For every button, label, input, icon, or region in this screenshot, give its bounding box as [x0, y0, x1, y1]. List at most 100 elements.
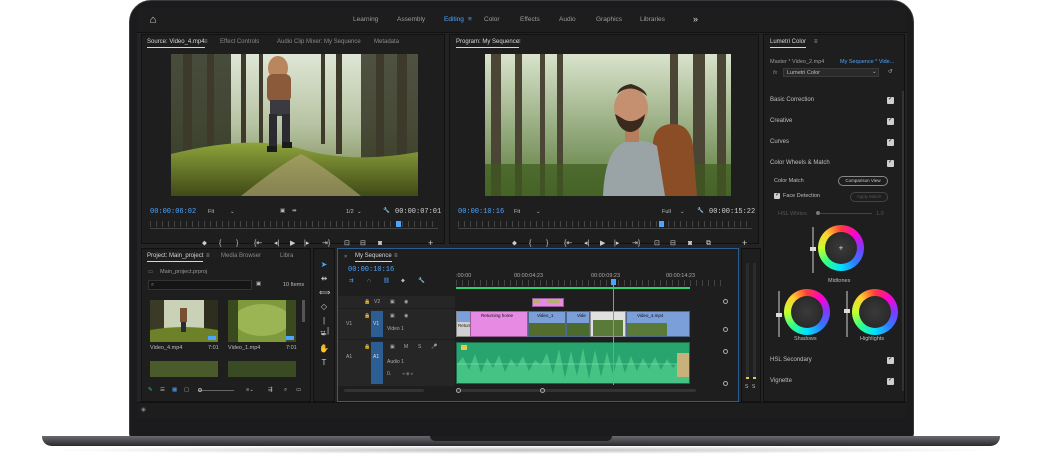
clip-v1-returning-home[interactable]: Returning home — [470, 311, 528, 337]
program-add-marker-icon[interactable]: ⬥ — [512, 240, 517, 248]
snap-icon[interactable]: ∩ — [367, 278, 371, 284]
clip-v1-video-4[interactable]: Video_4.mp4 — [626, 311, 690, 337]
find-icon[interactable]: ⌕ — [284, 387, 287, 394]
midtones-slider[interactable] — [810, 227, 816, 273]
source-scrollbar[interactable] — [150, 228, 438, 229]
track-volume[interactable]: 0. — [387, 371, 391, 377]
v1-target-toggle[interactable]: V1 — [371, 311, 383, 337]
go-to-in-icon[interactable]: {⇤ — [254, 240, 262, 248]
pen-tool-icon[interactable]: ✒ — [319, 330, 329, 340]
midtones-wheel[interactable]: + — [818, 225, 864, 271]
sort-icon[interactable]: ≡⌄ — [246, 387, 254, 393]
vertical-zoom-handle[interactable] — [723, 381, 728, 386]
lumetri-menu-icon[interactable]: ≡ — [814, 39, 818, 45]
source-settings-wrench-icon[interactable]: 🔧 — [383, 208, 390, 214]
program-mark-in-icon[interactable]: { — [529, 240, 531, 248]
timeline-ruler[interactable] — [456, 280, 722, 286]
section-color-wheels[interactable]: Color Wheels & Match — [770, 158, 894, 170]
tab-effect-controls[interactable]: Effect Controls — [220, 39, 259, 45]
home-icon[interactable]: ⌂ — [147, 14, 159, 26]
clip-v2-title[interactable] — [532, 298, 564, 307]
program-settings-wrench-icon[interactable]: 🔧 — [697, 208, 704, 214]
tab-project[interactable]: Project: Main_project — [147, 253, 204, 262]
more-workspaces-icon[interactable]: » — [693, 14, 698, 24]
vertical-zoom-handle[interactable] — [723, 327, 728, 332]
v1-source-patch[interactable]: V1 — [346, 321, 352, 327]
eye-icon[interactable]: ◉ — [404, 299, 408, 305]
curves-checkbox[interactable] — [887, 137, 894, 146]
vertical-zoom-handle[interactable] — [723, 349, 728, 354]
tab-media-browser[interactable]: Media Browser — [221, 253, 261, 259]
program-time-ruler[interactable] — [458, 221, 752, 227]
source-resolution-chevron-icon[interactable]: ⌄ — [357, 209, 362, 215]
vignette-checkbox[interactable] — [887, 376, 894, 385]
slip-tool-icon[interactable]: |↔| — [319, 316, 329, 335]
thumb-size-slider[interactable] — [198, 390, 234, 391]
source-fit-chevron-icon[interactable]: ⌄ — [230, 209, 235, 215]
timeline-playhead-line[interactable] — [613, 285, 614, 385]
lock-icon[interactable]: 🔒 — [364, 344, 370, 350]
program-step-back-icon[interactable]: ◂| — [584, 240, 589, 248]
add-button-icon[interactable]: + — [428, 239, 433, 248]
section-basic-correction[interactable]: Basic Correction — [770, 95, 894, 107]
go-to-out-icon[interactable]: ⇥} — [322, 240, 330, 248]
scroll-handle-right[interactable] — [540, 388, 545, 393]
razor-tool-icon[interactable]: ◇ — [319, 302, 329, 312]
program-fit-select[interactable]: Fit — [514, 209, 520, 215]
face-detection-checkbox[interactable] — [774, 191, 780, 199]
highlights-wheel[interactable] — [852, 289, 898, 335]
thumb-row-2b[interactable] — [228, 361, 296, 377]
play-icon[interactable]: ▶ — [290, 240, 295, 248]
track-select-tool-icon[interactable]: ⇻ — [319, 274, 329, 284]
icon-view-icon[interactable]: ▦ — [172, 387, 177, 393]
clip-v1-video-b[interactable]: Vide — [566, 311, 590, 337]
thumb-size-knob[interactable] — [198, 388, 202, 392]
automate-icon[interactable]: ⇶ — [268, 387, 273, 393]
program-menu-icon[interactable]: ≡ — [517, 39, 521, 45]
reset-effect-icon[interactable]: ↺ — [888, 69, 893, 75]
step-back-icon[interactable]: ◂| — [274, 240, 279, 248]
sync-lock-icon[interactable]: ▣ — [390, 313, 395, 319]
step-forward-icon[interactable]: |▸ — [304, 240, 309, 248]
lumetri-master-clip[interactable]: Master * Video_2.mp4 — [770, 59, 824, 65]
solo-left-button[interactable]: S — [745, 384, 748, 390]
tab-lumetri[interactable]: Lumetri Color — [770, 39, 807, 48]
program-play-icon[interactable]: ▶ — [600, 240, 605, 248]
insert-overlay-icon[interactable]: ⇹ — [292, 208, 297, 214]
program-camera-icon[interactable]: ◙ — [688, 240, 692, 248]
program-mark-out-icon[interactable]: } — [546, 240, 548, 248]
mute-button[interactable]: M — [404, 344, 408, 350]
section-hsl-secondary[interactable]: HSL Secondary — [770, 355, 894, 367]
type-tool-icon[interactable]: T — [319, 358, 329, 368]
workspace-menu-icon[interactable]: ≡ — [468, 16, 472, 23]
solo-right-button[interactable]: S — [752, 384, 755, 390]
close-sequence-icon[interactable]: × — [344, 254, 347, 260]
camera-icon[interactable]: ◙ — [378, 240, 382, 248]
source-playhead[interactable] — [395, 221, 401, 227]
workspace-graphics[interactable]: Graphics — [596, 16, 622, 23]
basic-correction-checkbox[interactable] — [887, 95, 894, 104]
color-wheels-checkbox[interactable] — [887, 158, 894, 167]
timeline-menu-icon[interactable]: ≡ — [394, 253, 398, 259]
hsl-secondary-checkbox[interactable] — [887, 355, 894, 364]
program-current-timecode[interactable]: 00:00:10:16 — [458, 208, 504, 216]
shadows-slider[interactable] — [776, 291, 782, 337]
timeline-marker-icon[interactable]: ⬥ — [401, 278, 405, 285]
workspace-color[interactable]: Color — [484, 16, 500, 23]
hand-tool-icon[interactable]: ✋ — [319, 344, 329, 354]
mark-in-icon[interactable]: { — [219, 240, 221, 248]
program-go-to-out-icon[interactable]: ⇥} — [632, 240, 640, 248]
highlights-slider[interactable] — [844, 291, 850, 337]
program-add-button-icon[interactable]: + — [742, 239, 747, 248]
effect-select[interactable]: Lumetri Color ⌄ — [783, 68, 879, 77]
apply-match-button[interactable]: Apply Match — [850, 192, 888, 202]
workspace-assembly[interactable]: Assembly — [397, 16, 425, 23]
program-step-forward-icon[interactable]: |▸ — [614, 240, 619, 248]
section-curves[interactable]: Curves — [770, 137, 894, 149]
ripple-edit-tool-icon[interactable]: ⟺ — [319, 288, 330, 298]
export-frame-icon[interactable]: ▣ — [280, 208, 285, 214]
overwrite-icon[interactable]: ⊟ — [360, 240, 366, 248]
program-scrollbar[interactable] — [458, 228, 752, 229]
lift-icon[interactable]: ⊡ — [654, 240, 660, 248]
hsl-whites-slider[interactable] — [816, 213, 872, 214]
